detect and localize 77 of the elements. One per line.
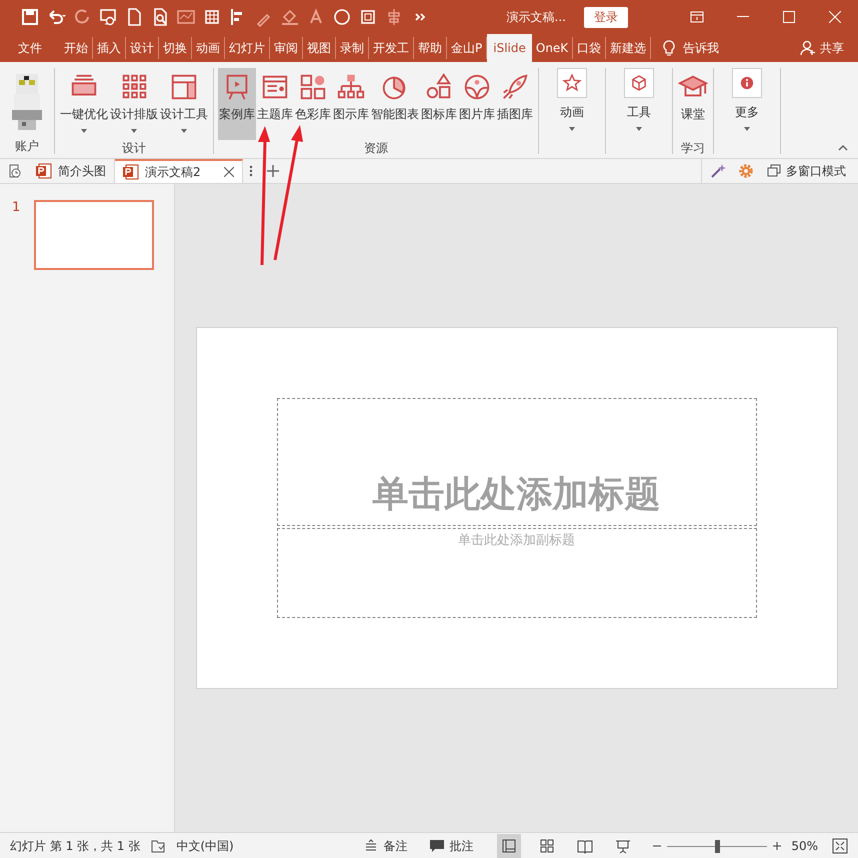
- ribbon-button[interactable]: 图片库: [458, 68, 496, 140]
- fit-to-window-icon[interactable]: [832, 838, 848, 854]
- crop-icon[interactable]: [358, 7, 378, 27]
- ribbon-tab[interactable]: 文件: [6, 37, 60, 59]
- window-title: 演示文稿...: [506, 8, 566, 26]
- normal-view-icon[interactable]: [497, 834, 522, 858]
- ribbon-tab[interactable]: 审阅: [270, 37, 303, 59]
- zoom-level[interactable]: 50%: [791, 839, 818, 853]
- ribbon-button[interactable]: 设计工具: [159, 68, 209, 140]
- notes-button[interactable]: 备注: [357, 836, 414, 856]
- ribbon-tab[interactable]: 开发工: [369, 37, 414, 59]
- ribbon-tab[interactable]: 录制: [336, 37, 369, 59]
- lightbulb-icon: [663, 40, 676, 56]
- ribbon-button[interactable]: 案例库: [218, 68, 256, 140]
- ribbon-button[interactable]: 图示库: [332, 68, 370, 140]
- comments-button[interactable]: 批注: [423, 836, 480, 856]
- group-label: 学习: [681, 140, 705, 156]
- palette-icon: [298, 72, 328, 102]
- comment-icon: [429, 838, 446, 854]
- person-add-icon: [800, 40, 816, 56]
- ribbon-button[interactable]: 课堂: [677, 68, 709, 140]
- ribbon-button[interactable]: 工具: [610, 68, 668, 140]
- ribbon-tab[interactable]: 幻灯片: [225, 37, 270, 59]
- ribbon-tab[interactable]: OneK: [532, 37, 574, 59]
- ribbon-tab[interactable]: iSlide: [487, 34, 532, 62]
- ribbon-tab[interactable]: 插入: [93, 37, 126, 59]
- ribbon-button[interactable]: 更多: [718, 68, 776, 140]
- cube-icon: [624, 68, 654, 98]
- slides-file-icon: [123, 164, 139, 180]
- group-label: 资源: [364, 140, 388, 156]
- ribbon-button[interactable]: 智能图表: [370, 68, 420, 140]
- spell-check-icon[interactable]: [150, 838, 166, 854]
- language-label[interactable]: 中文(中国): [176, 838, 234, 854]
- slideshow-icon[interactable]: [98, 7, 118, 27]
- ribbon-tab[interactable]: 视图: [303, 37, 336, 59]
- add-tab-icon[interactable]: [265, 163, 281, 179]
- group-label: 设计: [122, 140, 146, 156]
- group-label: 账户: [15, 138, 39, 154]
- magic-wand-icon[interactable]: [710, 163, 726, 179]
- multi-window-button[interactable]: 多窗口模式: [786, 162, 846, 180]
- info-icon: [732, 68, 762, 98]
- ribbon-button[interactable]: 一键优化: [59, 68, 109, 140]
- slide-number: 1: [12, 200, 20, 217]
- ribbon-button[interactable]: 主题库: [256, 68, 294, 140]
- grid-icon[interactable]: [202, 7, 222, 27]
- document-tab[interactable]: 演示文稿2: [115, 159, 243, 183]
- ribbon-button[interactable]: 设计排版: [109, 68, 159, 140]
- document-tab[interactable]: 简介头图: [28, 159, 115, 183]
- layout-icon: [169, 72, 199, 102]
- zoom-slider-thumb[interactable]: [715, 840, 720, 852]
- ribbon-button[interactable]: 插图库: [496, 68, 534, 140]
- ribbon-button[interactable]: 图标库: [420, 68, 458, 140]
- windows-icon: [766, 163, 782, 179]
- zoom-in-icon[interactable]: [773, 842, 782, 850]
- share-button[interactable]: 共享: [820, 40, 844, 56]
- fill-icon[interactable]: [280, 7, 300, 27]
- ribbon-tab[interactable]: 口袋: [573, 37, 606, 59]
- collapse-ribbon-icon[interactable]: [838, 144, 848, 152]
- ribbon-button[interactable]: 动画: [543, 68, 601, 140]
- more-options-icon[interactable]: [249, 163, 253, 179]
- ribbon-tab[interactable]: 动画: [192, 37, 225, 59]
- ribbon-tab[interactable]: 帮助: [414, 37, 447, 59]
- steering-wheel-icon: [462, 72, 492, 102]
- ribbon-tab[interactable]: 新建选: [606, 37, 652, 59]
- slide-thumbnail[interactable]: [34, 200, 154, 270]
- ribbon-button[interactable]: 色彩库: [294, 68, 332, 140]
- chart-icon[interactable]: [176, 7, 196, 27]
- slides-file-icon: [36, 163, 52, 179]
- ribbon-tab[interactable]: 切换: [159, 37, 192, 59]
- close-icon[interactable]: [224, 167, 234, 177]
- save-icon[interactable]: [20, 7, 40, 27]
- slide-info: 幻灯片 第 1 张，共 1 张: [10, 838, 140, 854]
- ribbon-tab[interactable]: 设计: [126, 37, 159, 59]
- circle-icon[interactable]: [332, 7, 352, 27]
- ribbon-tab[interactable]: 开始: [60, 37, 93, 59]
- tell-me-link[interactable]: 告诉我: [683, 40, 720, 56]
- login-button[interactable]: 登录: [584, 6, 628, 28]
